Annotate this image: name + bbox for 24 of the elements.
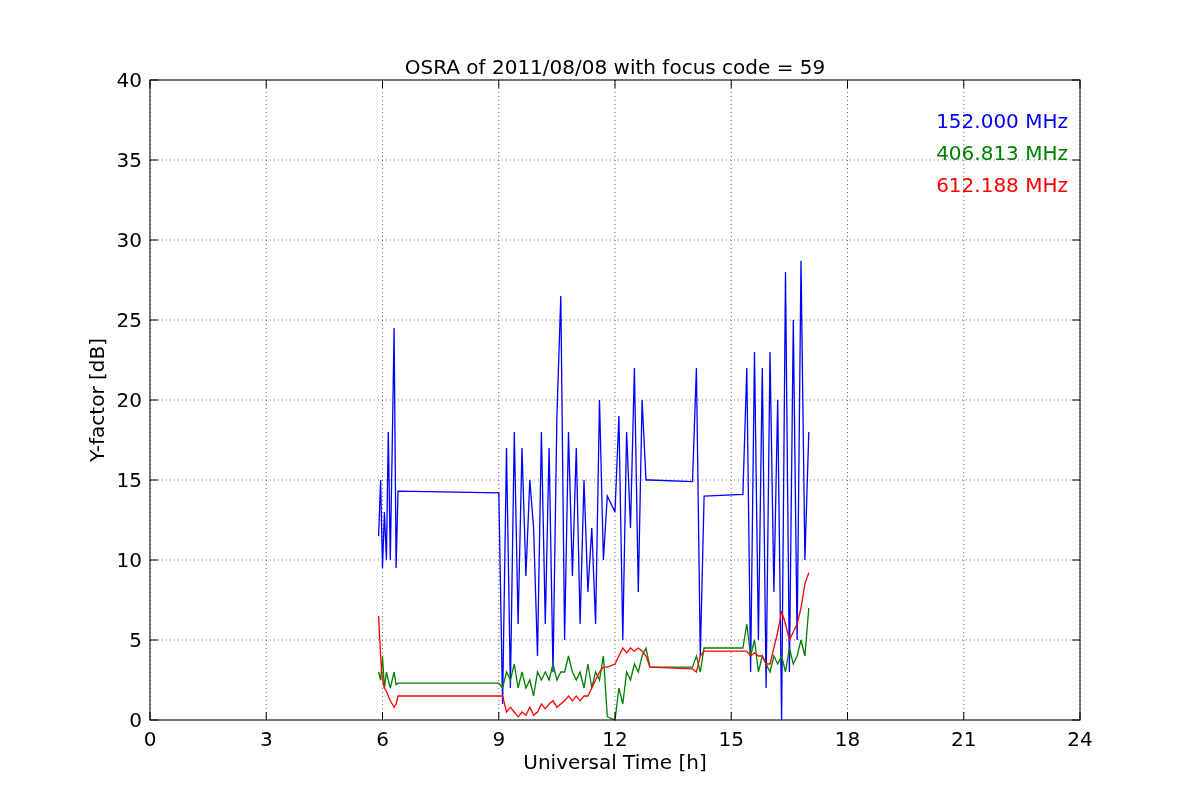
x-tick-label: 15 xyxy=(718,727,744,751)
x-tick-label: 6 xyxy=(376,727,389,751)
x-tick-label: 0 xyxy=(143,727,157,751)
y-tick-label: 25 xyxy=(116,308,142,332)
x-tick-label: 24 xyxy=(1067,727,1093,751)
y-tick-label: 10 xyxy=(116,548,142,572)
legend-label: 406.813 MHz xyxy=(936,141,1068,165)
y-tick-label: 15 xyxy=(116,468,142,492)
y-tick-label: 35 xyxy=(116,148,142,172)
y-axis-label: Y-factor [dB] xyxy=(85,338,109,462)
y-tick-label: 40 xyxy=(116,68,142,92)
legend-label: 612.188 MHz xyxy=(936,173,1068,197)
y-tick-label: 20 xyxy=(116,388,142,412)
x-tick-label: 3 xyxy=(259,727,273,751)
x-tick-label: 18 xyxy=(834,727,861,751)
x-axis-label: Universal Time [h] xyxy=(523,750,707,774)
chart-title: OSRA of 2011/08/08 with focus code = 59 xyxy=(404,55,826,79)
x-tick-label: 12 xyxy=(602,727,628,751)
y-tick-label: 30 xyxy=(116,228,142,252)
x-tick-label: 21 xyxy=(951,727,977,751)
x-tick-label: 9 xyxy=(492,727,506,751)
y-tick-label: 5 xyxy=(129,628,142,652)
y-tick-label: 0 xyxy=(129,708,142,732)
legend-label: 152.000 MHz xyxy=(936,109,1068,133)
